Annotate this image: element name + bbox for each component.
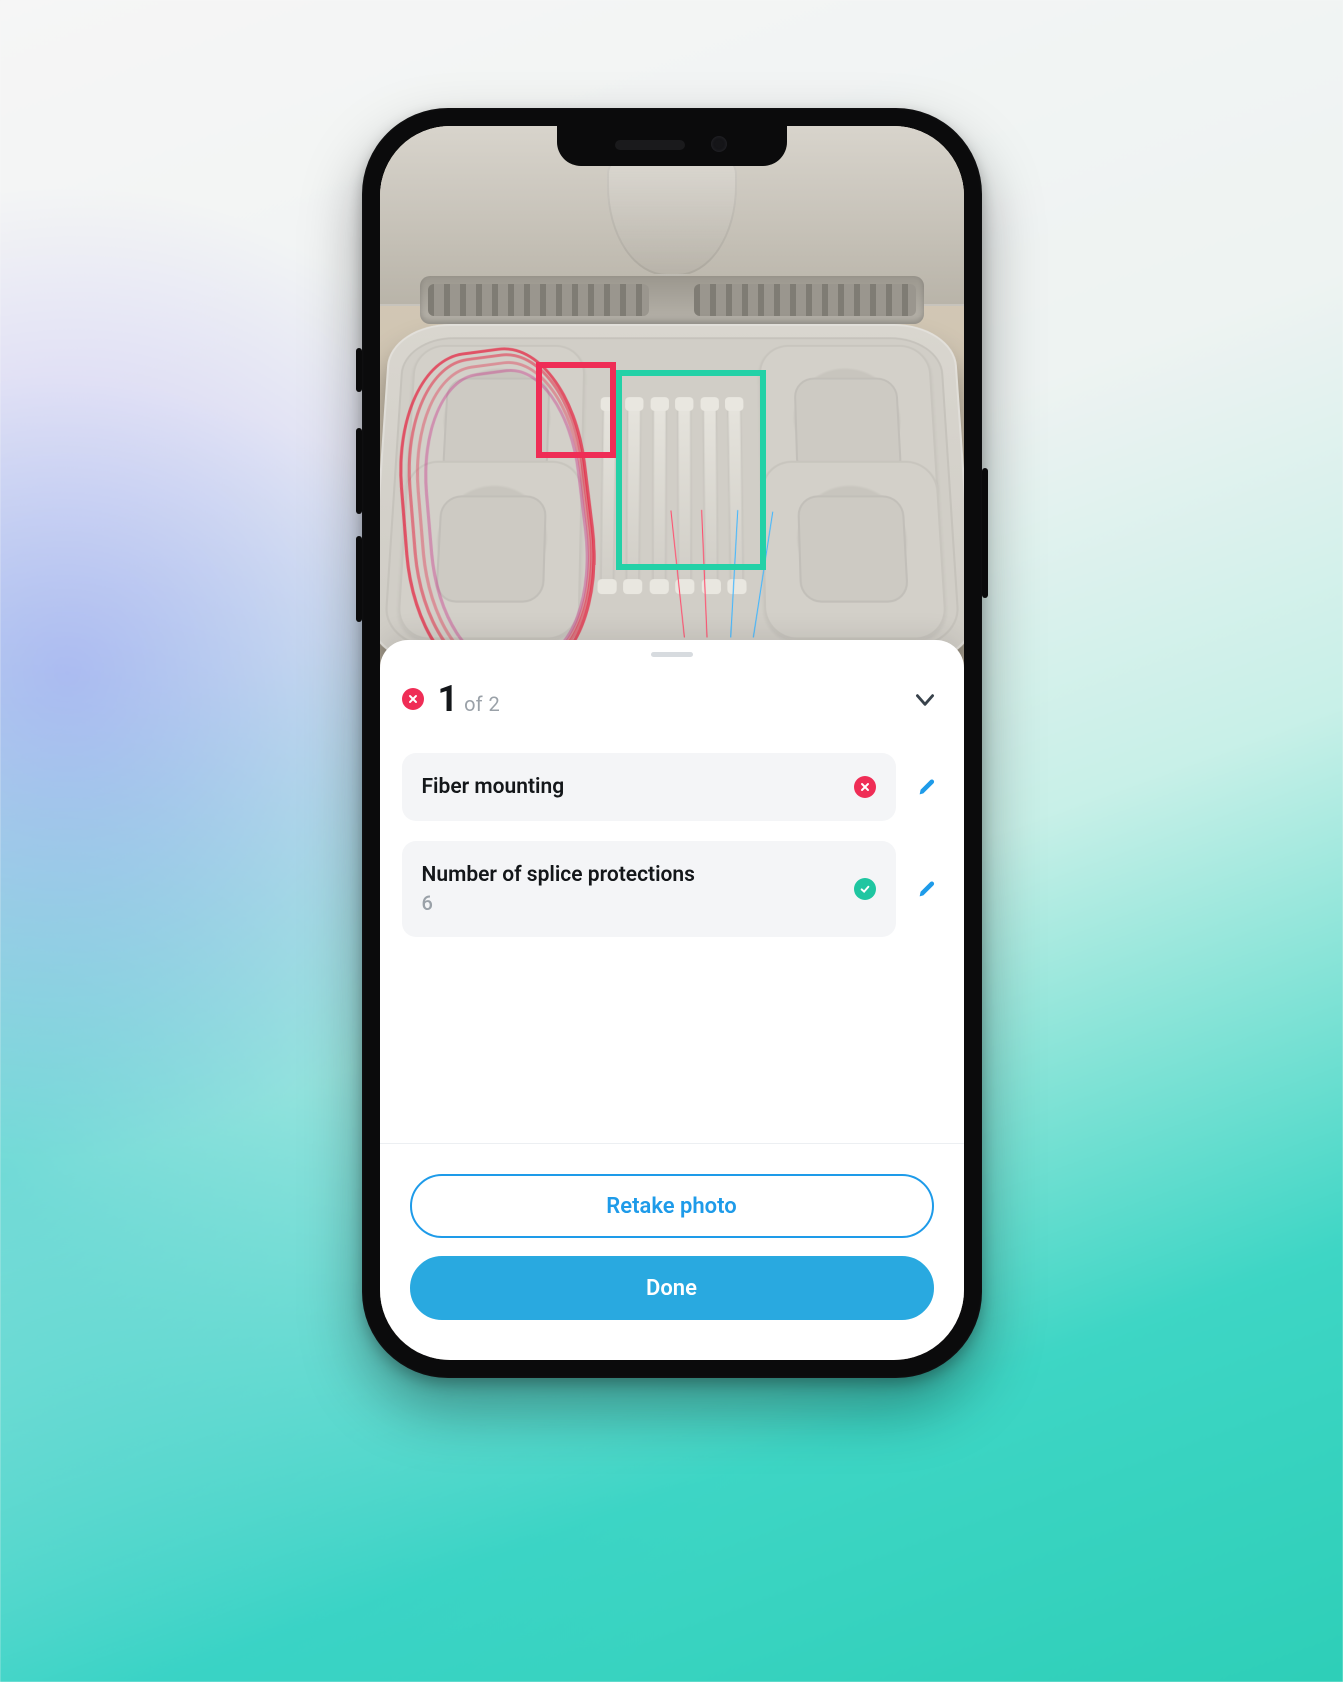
phone-frame: 1 of 2 Fiber mounting [362,108,982,1378]
result-row: Fiber mounting [402,753,942,821]
result-label: Number of splice protections [422,863,840,887]
photo-reel [760,461,947,640]
result-card-fiber-mounting[interactable]: Fiber mounting [402,753,896,821]
results-sheet[interactable]: 1 of 2 Fiber mounting [380,640,964,1360]
result-label: Fiber mounting [422,775,840,799]
edit-button[interactable] [912,772,942,802]
phone-volume-down [356,536,362,622]
result-card-splice-protections[interactable]: Number of splice protections 6 [402,841,896,937]
photo-hinge [420,276,924,324]
counter-total: 2 [489,692,500,716]
chevron-down-icon[interactable] [912,687,938,713]
results-list: Fiber mounting Nu [380,729,964,947]
photo-counter: 1 of 2 [438,681,500,717]
detection-box-error [536,362,616,458]
done-button[interactable]: Done [410,1256,934,1320]
overall-status-error-icon [402,688,424,710]
photo-enclosure-badge [607,156,737,276]
edit-button[interactable] [912,874,942,904]
status-ok-icon [854,878,876,900]
result-value: 6 [422,891,840,915]
retake-photo-button[interactable]: Retake photo [410,1174,934,1238]
phone-mute-switch [356,348,362,392]
sheet-footer: Retake photo Done [380,1143,964,1360]
sheet-header: 1 of 2 [380,657,964,729]
phone-power-button [982,468,988,598]
status-error-icon [854,776,876,798]
phone-notch [557,126,787,166]
counter-current: 1 [438,681,459,717]
result-row: Number of splice protections 6 [402,841,942,937]
detection-box-ok [616,370,766,570]
counter-of-label: of [464,692,482,716]
phone-screen: 1 of 2 Fiber mounting [380,126,964,1360]
phone-volume-up [356,428,362,514]
